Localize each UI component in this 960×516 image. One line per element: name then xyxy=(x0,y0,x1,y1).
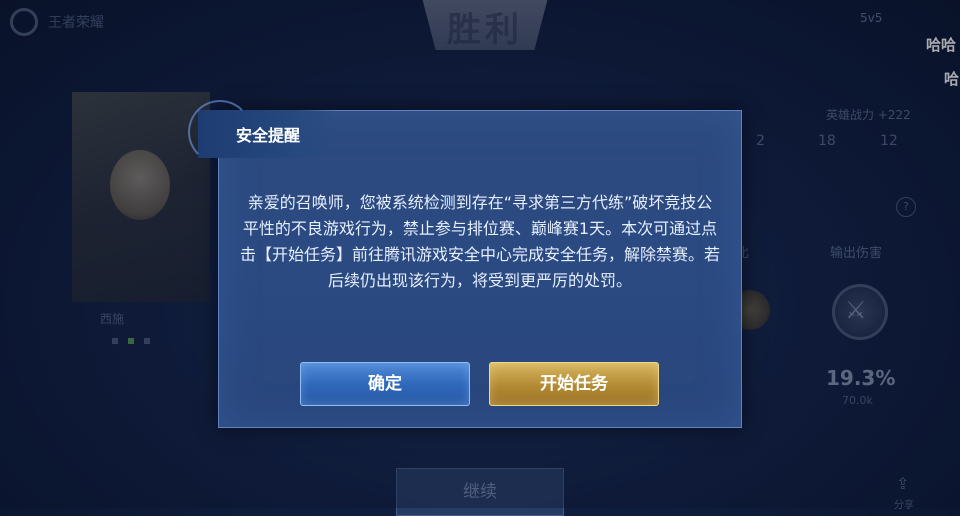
dialog-message: 亲爱的召唤师，您被系统检测到存在“寻求第三方代练”破坏竞技公平性的不良游戏行为，… xyxy=(240,193,721,290)
start-task-button[interactable]: 开始任务 xyxy=(489,362,659,406)
confirm-button[interactable]: 确定 xyxy=(300,362,470,406)
dialog-title: 安全提醒 xyxy=(236,126,301,145)
